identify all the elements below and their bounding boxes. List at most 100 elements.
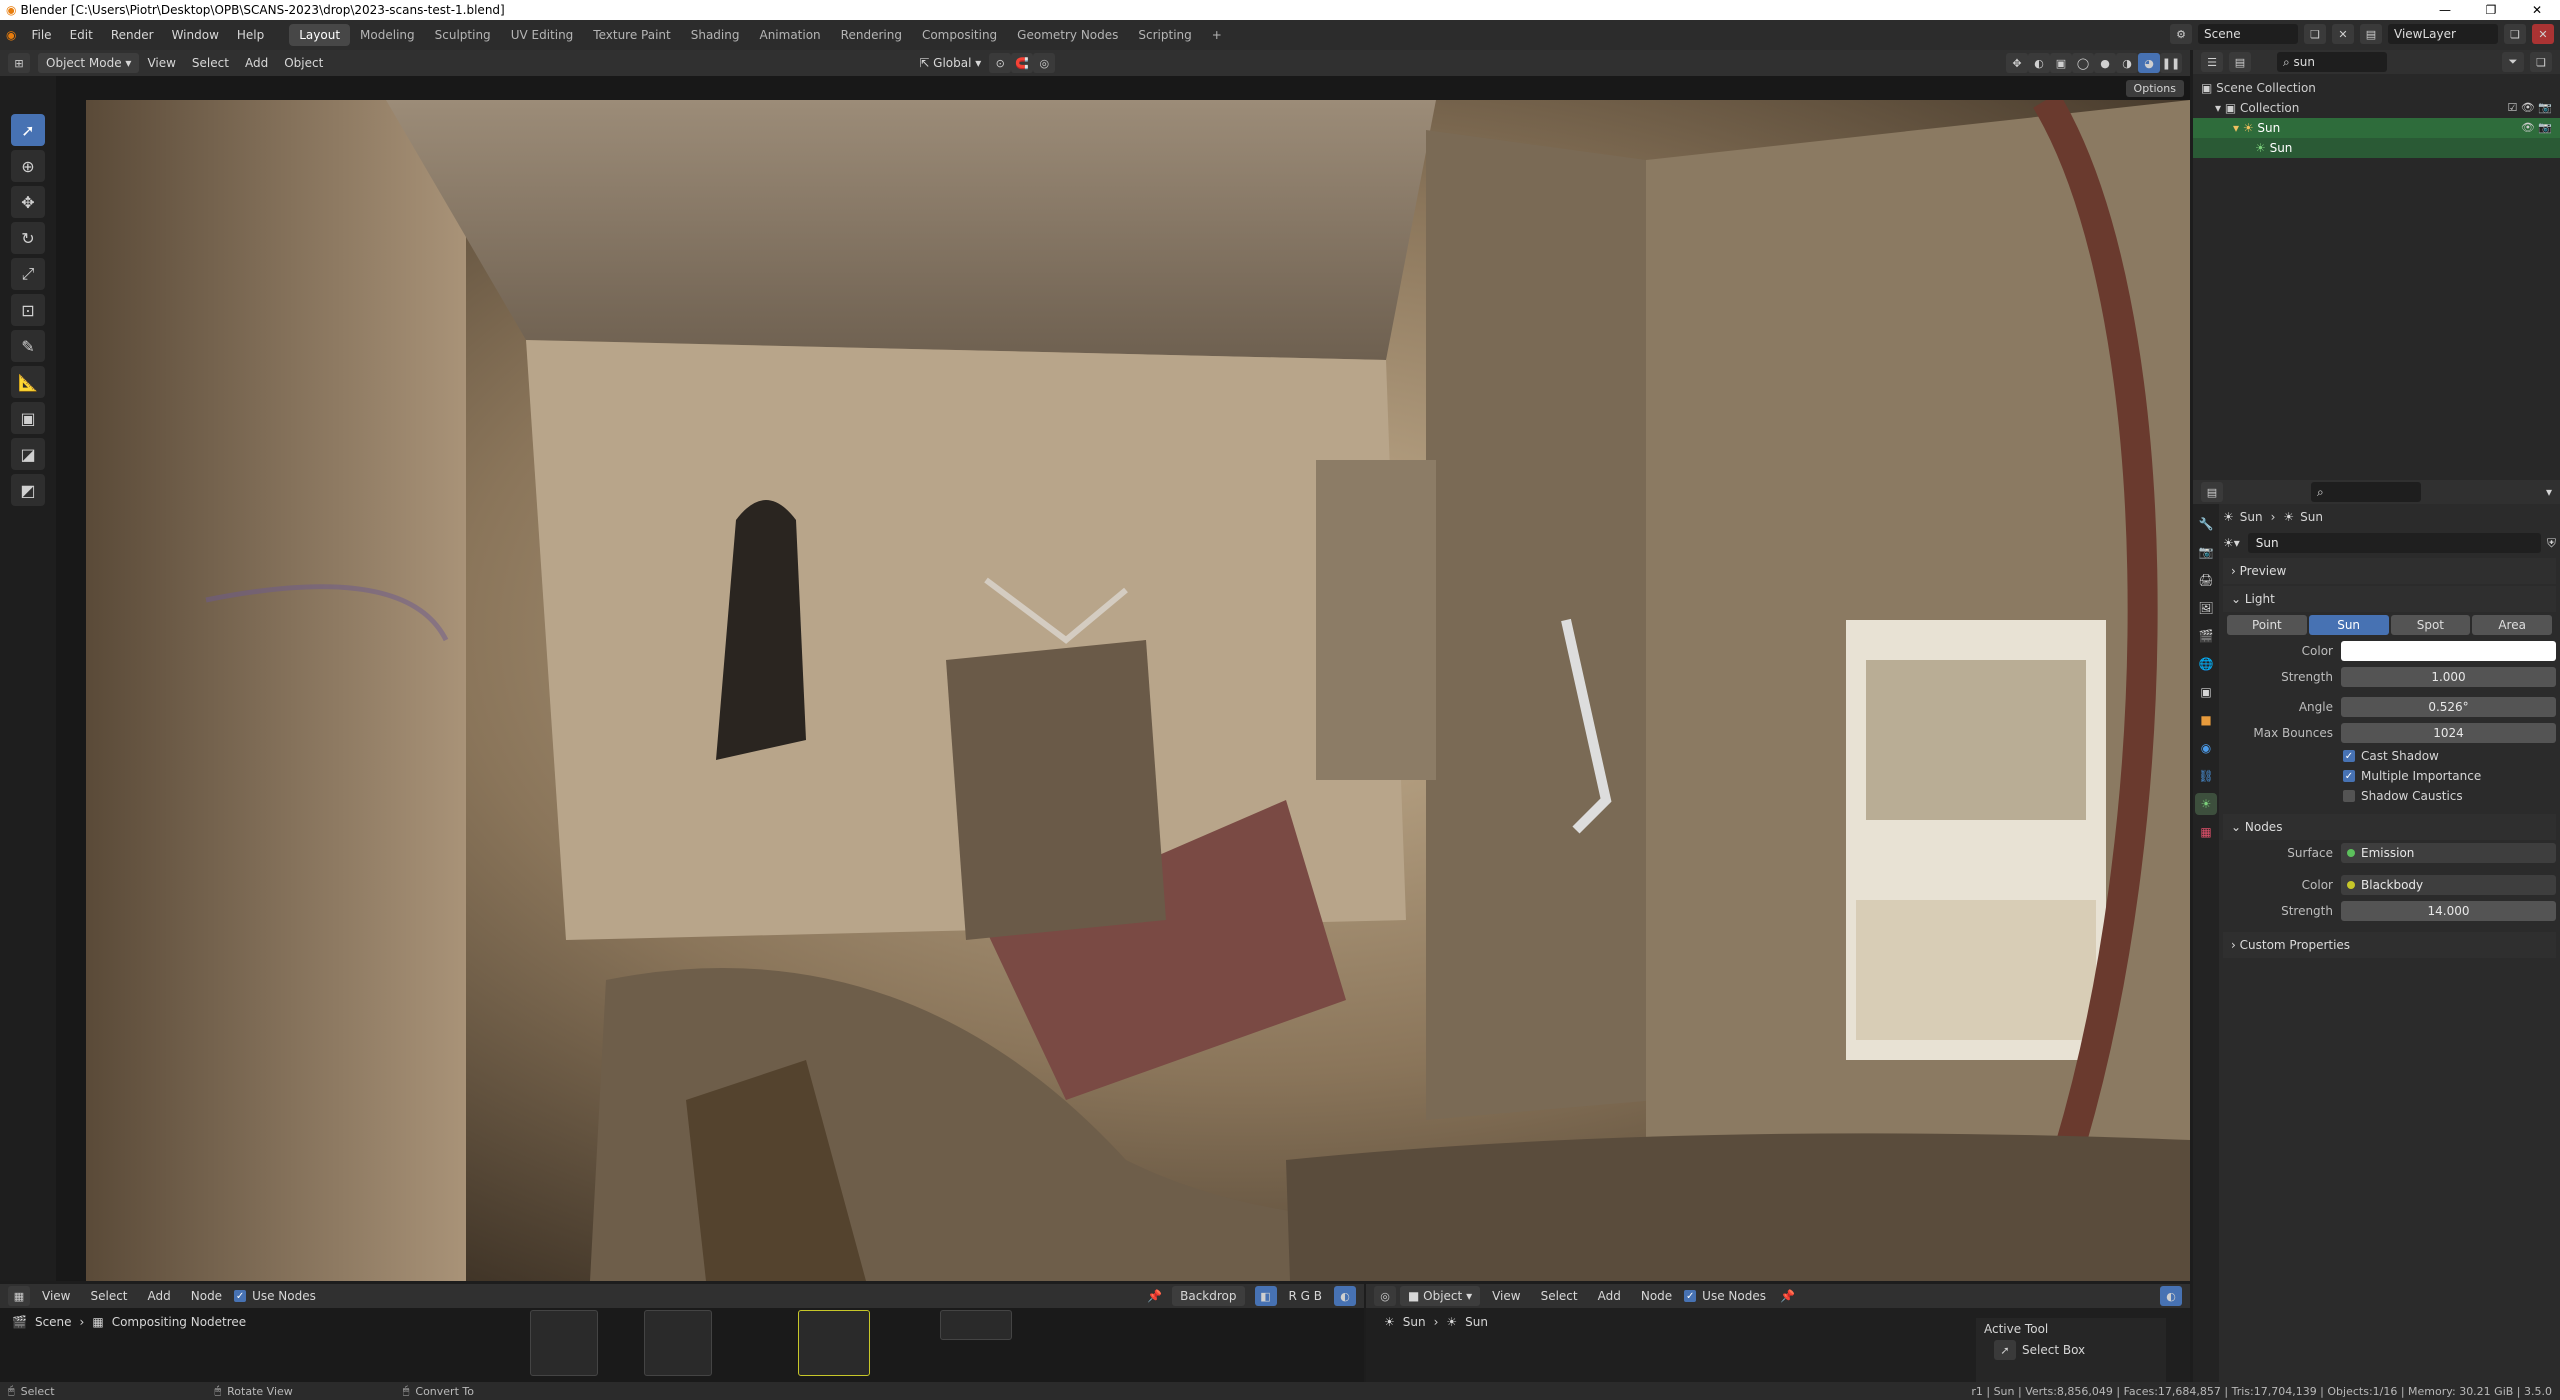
mode-dropdown[interactable]: Object Mode ▾ <box>38 53 140 73</box>
light-type-sun[interactable]: Sun <box>2308 615 2389 635</box>
compositor-node[interactable] <box>798 1310 870 1376</box>
eye-icon[interactable]: ☑ 👁 📷 <box>2507 98 2552 118</box>
outliner-row-collection[interactable]: ▾ ▣ Collection ☑ 👁 📷 <box>2193 98 2560 118</box>
transform-tool-icon[interactable]: ⊡ <box>11 294 45 326</box>
overlay-icon[interactable]: ◐ <box>2028 53 2050 73</box>
tab-geometry-nodes[interactable]: Geometry Nodes <box>1007 24 1128 46</box>
snap-icon[interactable]: 🧲 <box>1011 53 1034 73</box>
world-tab-icon[interactable]: 🌐 <box>2195 653 2217 675</box>
tab-rendering[interactable]: Rendering <box>831 24 912 46</box>
close-window-button[interactable]: ✕ <box>2514 0 2560 20</box>
transform-orientation-dropdown[interactable]: ⇱ Global ▾ <box>911 53 989 73</box>
node-strength-field[interactable]: 14.000 <box>2341 901 2556 921</box>
pin-icon[interactable]: 📌 <box>1780 1289 1795 1303</box>
cast-shadow-checkbox[interactable]: ✓ Cast Shadow <box>2223 746 2556 766</box>
properties-search-input[interactable]: ⌕ <box>2311 482 2421 502</box>
tab-uv-editing[interactable]: UV Editing <box>501 24 584 46</box>
outliner-row-sun-object[interactable]: ▾ ☀ Sun 👁 📷 <box>2193 118 2560 138</box>
select-box-row[interactable]: ➚ Select Box <box>1984 1340 2158 1360</box>
channel-buttons[interactable]: R G B <box>1281 1286 1331 1306</box>
tab-texture-paint[interactable]: Texture Paint <box>583 24 680 46</box>
compositor-menu-view[interactable]: View <box>34 1286 78 1306</box>
new-collection-icon[interactable]: ❏ <box>2530 52 2552 72</box>
menu-file[interactable]: File <box>22 24 60 46</box>
tab-animation[interactable]: Animation <box>749 24 830 46</box>
shader-editor[interactable]: ◎ ■ Object ▾ View Select Add Node ✓ Use N… <box>1366 1284 2190 1382</box>
viewport-menu-add[interactable]: Add <box>237 53 276 73</box>
collection-tab-icon[interactable]: ▣ <box>2195 681 2217 703</box>
rotate-tool-icon[interactable]: ↻ <box>11 222 45 254</box>
pause-render-icon[interactable]: ❚❚ <box>2160 53 2182 73</box>
compositor-overlay-icon[interactable]: ◐ <box>1334 1286 1356 1306</box>
outliner-row-sun-data[interactable]: ☀ Sun <box>2193 138 2560 158</box>
section-preview[interactable]: › Preview <box>2223 558 2556 584</box>
physics-tab-icon[interactable]: ◉ <box>2195 737 2217 759</box>
tab-modeling[interactable]: Modeling <box>350 24 425 46</box>
shader-menu-add[interactable]: Add <box>1590 1286 1629 1306</box>
menu-edit[interactable]: Edit <box>61 24 102 46</box>
compositor-node[interactable] <box>940 1310 1012 1340</box>
outliner-editor-type-icon[interactable]: ☰ <box>2201 52 2223 72</box>
minimize-button[interactable]: — <box>2422 0 2468 20</box>
scene-icon[interactable]: ⚙ <box>2170 24 2192 44</box>
view-layer-tab-icon[interactable]: 🖼 <box>2195 597 2217 619</box>
menu-help[interactable]: Help <box>228 24 273 46</box>
node-color-field[interactable]: Blackbody <box>2341 875 2556 895</box>
eye-icon[interactable]: 👁 📷 <box>2521 118 2552 138</box>
channel-rgb-icon[interactable]: ◧ <box>1254 1286 1277 1306</box>
annotate-tool-icon[interactable]: ✎ <box>11 330 45 362</box>
shader-type-dropdown[interactable]: ■ Object ▾ <box>1400 1286 1481 1306</box>
compositor-menu-node[interactable]: Node <box>183 1286 230 1306</box>
blender-menu-icon[interactable]: ◉ <box>6 28 16 42</box>
surface-field[interactable]: Emission <box>2341 843 2556 863</box>
tab-scripting[interactable]: Scripting <box>1128 24 1201 46</box>
viewport-menu-select[interactable]: Select <box>184 53 237 73</box>
compositor-use-nodes-checkbox[interactable]: ✓ Use Nodes <box>234 1286 316 1306</box>
section-nodes[interactable]: ⌄ Nodes <box>2223 814 2556 840</box>
compositor-menu-add[interactable]: Add <box>140 1286 179 1306</box>
display-mode-icon[interactable]: ▤ <box>2229 52 2251 72</box>
shader-menu-view[interactable]: View <box>1484 1286 1528 1306</box>
light-type-spot[interactable]: Spot <box>2390 615 2471 635</box>
add-workspace-button[interactable]: + <box>1202 24 1232 46</box>
compositor-node[interactable] <box>530 1310 598 1376</box>
light-type-area[interactable]: Area <box>2472 615 2552 635</box>
fake-user-icon[interactable]: ⛨ <box>2547 536 2556 551</box>
tab-shading[interactable]: Shading <box>681 24 750 46</box>
max-bounces-field[interactable]: 1024 <box>2341 723 2556 743</box>
output-tab-icon[interactable]: 🖨 <box>2195 569 2217 591</box>
cursor-tool-icon[interactable]: ⊕ <box>11 150 45 182</box>
rendered-shading-icon[interactable]: ◕ <box>2138 53 2160 73</box>
strength-field[interactable]: 1.000 <box>2341 667 2556 687</box>
select-box-tool-icon[interactable]: ➚ <box>11 114 45 146</box>
multiple-importance-checkbox[interactable]: ✓ Multiple Importance <box>2223 766 2556 786</box>
outliner-search-input[interactable]: ⌕ sun <box>2277 52 2387 72</box>
menu-render[interactable]: Render <box>102 24 163 46</box>
shader-menu-node[interactable]: Node <box>1633 1286 1680 1306</box>
pin-icon[interactable]: 📌 <box>1147 1289 1162 1303</box>
shader-use-nodes-checkbox[interactable]: ✓ Use Nodes <box>1684 1286 1766 1306</box>
viewport-menu-object[interactable]: Object <box>276 53 331 73</box>
menu-window[interactable]: Window <box>163 24 228 46</box>
solid-shading-icon[interactable]: ● <box>2094 53 2116 73</box>
compositor-node[interactable] <box>644 1310 712 1376</box>
add-cube-tool-icon[interactable]: ▣ <box>11 402 45 434</box>
new-scene-button[interactable]: ❏ <box>2304 24 2326 44</box>
tab-layout[interactable]: Layout <box>289 24 351 46</box>
viewlayer-icon[interactable]: ▤ <box>2360 24 2382 44</box>
render-tab-icon[interactable]: 📷 <box>2195 541 2217 563</box>
compositor-menu-select[interactable]: Select <box>82 1286 135 1306</box>
measure-tool-icon[interactable]: 📐 <box>11 366 45 398</box>
constraints-tab-icon[interactable]: ⛓ <box>2195 765 2217 787</box>
shader-editor-type-icon[interactable]: ◎ <box>1374 1286 1396 1306</box>
shadow-caustics-checkbox[interactable]: Shadow Caustics <box>2223 786 2556 806</box>
section-light[interactable]: ⌄ Light <box>2223 586 2556 612</box>
new-viewlayer-button[interactable]: ❏ <box>2504 24 2526 44</box>
filter-icon[interactable]: ⏷ <box>2502 52 2524 72</box>
outliner-row-scene-collection[interactable]: ▣ Scene Collection <box>2193 78 2560 98</box>
scene-name-field[interactable]: Scene <box>2198 24 2298 44</box>
scene-tab-icon[interactable]: 🎬 <box>2195 625 2217 647</box>
backdrop-button[interactable]: Backdrop <box>1172 1286 1245 1306</box>
wireframe-shading-icon[interactable]: ◯ <box>2072 53 2094 73</box>
pivot-icon[interactable]: ⊙ <box>989 53 1012 73</box>
